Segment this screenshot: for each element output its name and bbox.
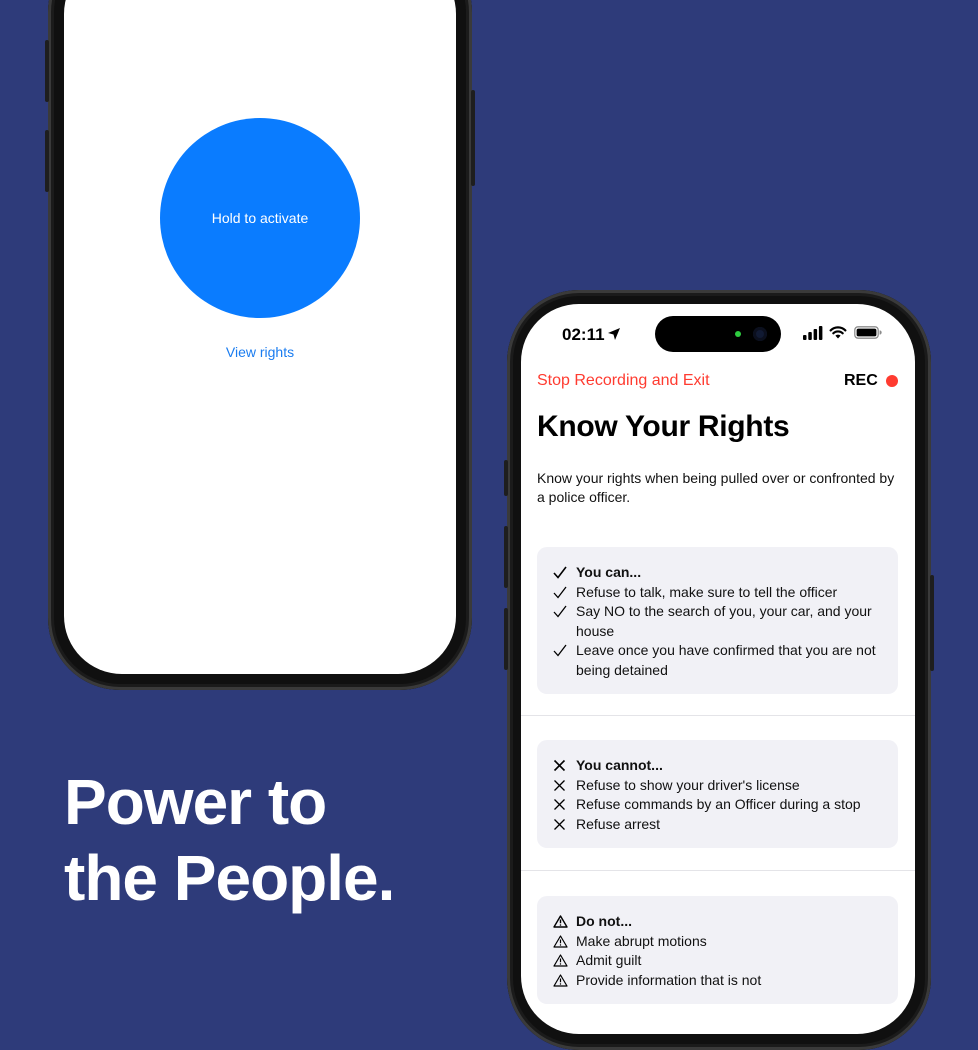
intro-text: Know your rights when being pulled over … <box>537 470 895 505</box>
list-item-text: Refuse to talk, make sure to tell the of… <box>576 583 838 600</box>
list-item: Leave once you have confirmed that you a… <box>553 641 882 680</box>
phone-side-button <box>45 40 49 102</box>
check-icon <box>553 583 569 602</box>
dynamic-island <box>655 316 781 352</box>
list-item: Refuse to show your driver's license <box>553 776 882 796</box>
privacy-indicator-dot <box>735 331 741 337</box>
signal-icon <box>803 326 823 340</box>
stop-recording-exit-button[interactable]: Stop Recording and Exit <box>537 372 710 390</box>
card-heading-row: You can... <box>553 563 882 583</box>
section-divider <box>521 715 915 716</box>
x-icon <box>553 815 569 834</box>
list-item: Refuse to talk, make sure to tell the of… <box>553 583 882 603</box>
x-icon <box>553 776 569 795</box>
check-icon <box>553 602 569 621</box>
list-item-text: Refuse commands by an Officer during a s… <box>576 796 861 812</box>
do-not-heading: Do not... <box>576 913 632 929</box>
left-phone-screen: Hold to activate View rights <box>64 0 456 674</box>
right-phone: 02:11 Stop Recording and Exit REC Know Y… <box>504 290 934 1050</box>
phone-side-button <box>504 526 508 588</box>
page-title: Know Your Rights <box>537 410 790 443</box>
list-item-text: Refuse arrest <box>576 815 661 832</box>
rec-label: REC <box>844 372 878 389</box>
tagline-line-2: the People. <box>64 842 395 914</box>
you-can-heading: You can... <box>576 564 642 580</box>
phone-side-button <box>504 460 508 496</box>
hold-to-activate-label: Hold to activate <box>211 210 309 226</box>
warning-icon <box>553 932 569 951</box>
warning-icon <box>553 971 569 990</box>
hold-to-activate-button[interactable]: Hold to activate <box>160 118 360 318</box>
list-item: Refuse arrest <box>553 815 882 835</box>
list-item-text: Refuse to show your driver's license <box>576 776 800 793</box>
list-item-text: Say NO to the search of you, your car, a… <box>576 603 872 639</box>
wifi-icon <box>829 326 847 339</box>
do-not-card: Do not... Make abrupt motions Admit guil… <box>537 896 898 1004</box>
phone-side-button <box>471 90 475 186</box>
you-cannot-heading: You cannot... <box>576 757 663 773</box>
tagline: Power to the People. <box>64 764 395 916</box>
you-cannot-card: You cannot... Refuse to show your driver… <box>537 740 898 848</box>
phone-side-button <box>504 608 508 670</box>
card-heading-row: Do not... <box>553 912 882 932</box>
list-item-text: Make abrupt motions <box>576 932 707 949</box>
right-phone-screen: 02:11 Stop Recording and Exit REC Know Y… <box>521 304 915 1034</box>
list-item-text: Admit guilt <box>576 952 642 968</box>
recording-indicator-dot <box>886 375 898 387</box>
left-phone: Hold to activate View rights <box>45 0 475 690</box>
front-camera <box>753 327 767 341</box>
list-item: Make abrupt motions <box>553 932 882 952</box>
list-item: Refuse commands by an Officer during a s… <box>553 795 882 815</box>
phone-side-button <box>45 130 49 192</box>
card-heading-row: You cannot... <box>553 756 882 776</box>
list-item: Admit guilt <box>553 951 882 971</box>
you-can-card: You can... Refuse to talk, make sure to … <box>537 547 898 694</box>
status-time: 02:11 <box>562 325 605 344</box>
tagline-line-1: Power to <box>64 766 327 838</box>
list-item-text: Leave once you have confirmed that you a… <box>576 642 876 678</box>
x-icon <box>553 795 569 814</box>
x-icon <box>553 756 569 775</box>
warning-icon <box>553 912 569 931</box>
section-divider <box>521 870 915 871</box>
check-icon <box>553 563 569 582</box>
battery-icon <box>854 326 882 339</box>
location-arrow-icon <box>608 328 620 340</box>
list-item: Say NO to the search of you, your car, a… <box>553 602 882 641</box>
list-item-text: Provide information that is not <box>576 971 762 988</box>
list-item: Provide information that is not <box>553 971 882 991</box>
view-rights-link[interactable]: View rights <box>64 344 456 360</box>
check-icon <box>553 641 569 660</box>
warning-icon <box>553 951 569 970</box>
phone-side-button <box>930 575 934 671</box>
